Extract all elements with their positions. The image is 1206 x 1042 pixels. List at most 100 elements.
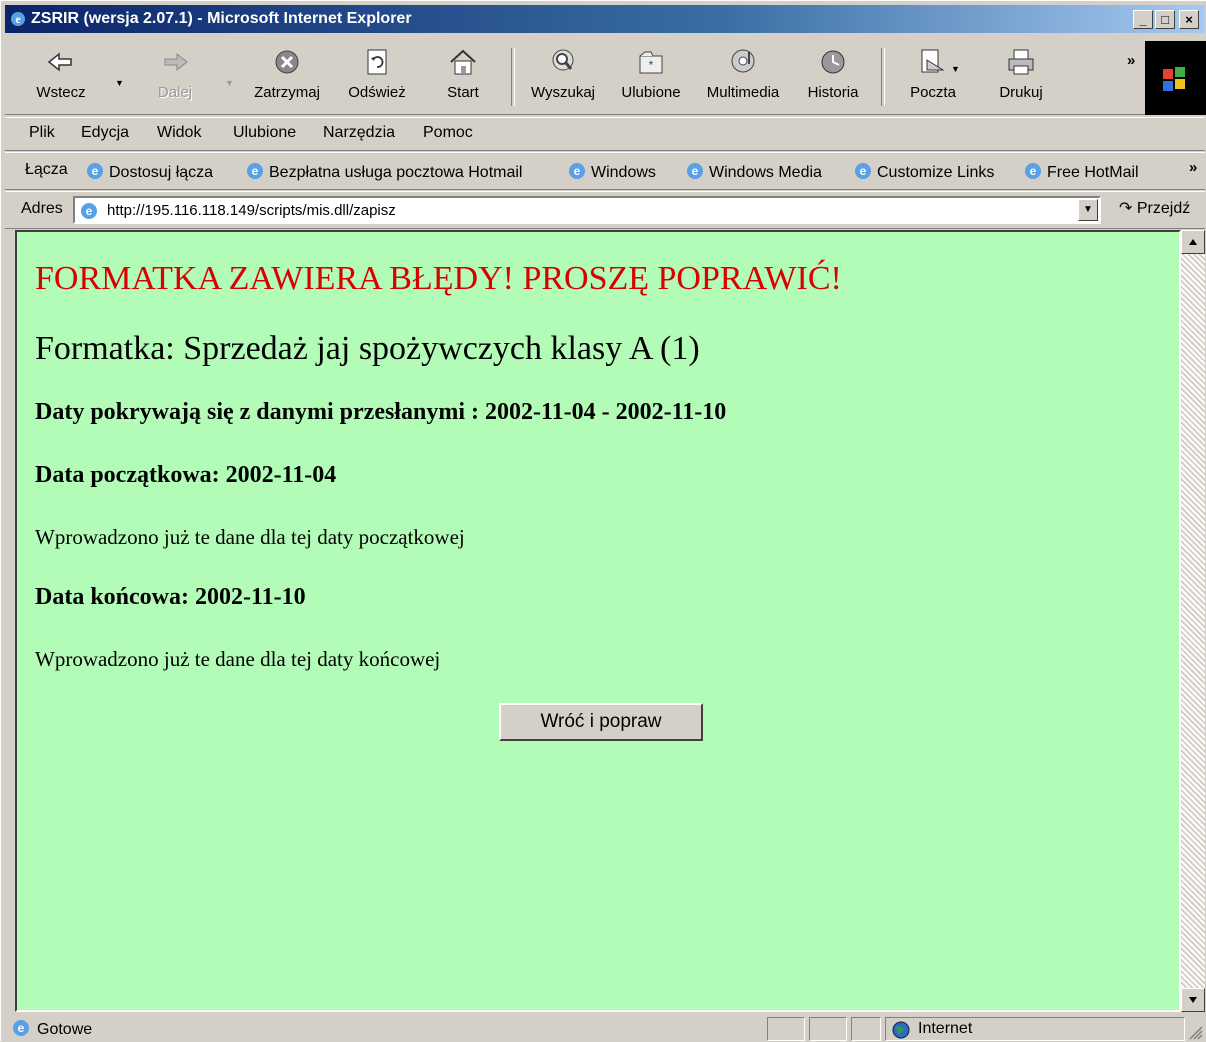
back-label: Wstecz: [36, 84, 86, 101]
svg-text:*: *: [649, 58, 654, 72]
status-text-area: e Gotowe: [11, 1018, 92, 1039]
link-label: Customize Links: [877, 164, 995, 181]
title-bar[interactable]: e ZSRIR (wersja 2.07.1) - Microsoft Inte…: [5, 5, 1205, 33]
zone-label: Internet: [918, 1020, 973, 1037]
mail-dropdown-icon[interactable]: ▼: [951, 64, 960, 74]
favorites-label: Ulubione: [621, 84, 681, 101]
favorites-icon: *: [639, 51, 663, 74]
windows-flag-icon: [1163, 67, 1185, 91]
links-more-icon[interactable]: »: [1189, 159, 1197, 176]
address-bar: Adres e ▼ ↷ Przejdź: [5, 191, 1205, 229]
menu-file[interactable]: Plik: [29, 124, 55, 142]
vertical-scrollbar[interactable]: [1181, 230, 1205, 1012]
print-button[interactable]: Drukuj: [981, 46, 1061, 112]
menu-edit[interactable]: Edycja: [81, 124, 129, 142]
go-button[interactable]: ↷ Przejdź: [1119, 198, 1190, 218]
media-icon: [731, 49, 755, 73]
scroll-up-button[interactable]: [1181, 230, 1205, 254]
history-icon: [821, 50, 845, 74]
ie-page-icon: e: [247, 163, 263, 179]
scroll-down-button[interactable]: [1181, 988, 1205, 1012]
link-hotmail-pl[interactable]: e Bezpłatna usługa pocztowa Hotmail: [245, 161, 522, 182]
form-title: Formatka: Sprzedaż jaj spożywczych klasy…: [35, 330, 700, 367]
forward-dropdown-icon[interactable]: ▼: [225, 78, 234, 88]
svg-text:e: e: [86, 204, 93, 218]
svg-text:e: e: [1030, 164, 1037, 178]
status-text: Gotowe: [37, 1021, 93, 1038]
forward-button[interactable]: Dalej: [135, 46, 215, 112]
ie-page-icon: e: [687, 163, 703, 179]
menu-tools[interactable]: Narzędzia: [323, 124, 395, 142]
back-dropdown-icon[interactable]: ▼: [115, 78, 124, 88]
ie-page-icon: e: [13, 1020, 29, 1036]
print-label: Drukuj: [999, 84, 1043, 101]
svg-text:e: e: [18, 1021, 25, 1035]
home-icon: [450, 49, 476, 75]
overlap-heading: Daty pokrywają się z danymi przesłanymi …: [35, 399, 727, 425]
end-date-heading: Data końcowa: 2002-11-10: [35, 584, 306, 610]
stop-icon: [275, 50, 299, 74]
link-windows[interactable]: e Windows: [567, 161, 656, 182]
search-button[interactable]: Wyszukaj: [523, 46, 603, 112]
history-button[interactable]: Historia: [793, 46, 873, 112]
media-label: Multimedia: [706, 84, 780, 101]
forward-label: Dalej: [157, 84, 193, 101]
ie-page-icon: e: [81, 203, 97, 219]
status-pane: [851, 1017, 881, 1041]
link-windows-media[interactable]: e Windows Media: [685, 161, 822, 182]
stop-button[interactable]: Zatrzymaj: [247, 46, 327, 112]
error-title: FORMATKA ZAWIERA BŁĘDY! PROSZĘ POPRAWIĆ!: [35, 260, 842, 297]
link-label: Free HotMail: [1047, 164, 1139, 181]
start-date-message: Wprowadzono już te dane dla tej daty poc…: [35, 525, 465, 549]
ie-page-icon: e: [1025, 163, 1041, 179]
menu-view[interactable]: Widok: [157, 124, 201, 142]
refresh-icon: [367, 49, 387, 75]
link-free-hotmail[interactable]: e Free HotMail: [1023, 161, 1139, 182]
links-bar: Łącza e Dostosuj łącza e Bezpłatna usługa …: [5, 152, 1205, 190]
link-customize-links[interactable]: e Customize Links: [853, 161, 994, 182]
status-pane: [809, 1017, 847, 1041]
svg-text:e: e: [574, 164, 581, 178]
address-dropdown-icon[interactable]: ▼: [1078, 199, 1098, 221]
scroll-down-arrow-icon: [1189, 997, 1197, 1003]
link-label: Windows: [591, 164, 656, 181]
menu-help[interactable]: Pomoc: [423, 124, 473, 142]
menu-favorites[interactable]: Ulubione: [233, 124, 296, 142]
resize-grip-icon[interactable]: [1187, 1024, 1203, 1040]
menu-bar: Plik Edycja Widok Ulubione Narzędzia Pom…: [5, 117, 1205, 151]
ie-page-icon: e: [87, 163, 103, 179]
link-label: Dostosuj łącza: [109, 164, 214, 181]
mail-label: Poczta: [910, 84, 956, 101]
refresh-label: Odśwież: [348, 84, 406, 101]
refresh-button[interactable]: Odśwież: [337, 46, 417, 112]
browser-window: e ZSRIR (wersja 2.07.1) - Microsoft Inte…: [0, 0, 1206, 1041]
close-button[interactable]: ×: [1179, 10, 1199, 29]
media-button[interactable]: Multimedia: [703, 46, 783, 112]
home-button[interactable]: Start: [423, 46, 503, 112]
ie-page-icon: e: [569, 163, 585, 179]
link-label: Bezpłatna usługa pocztowa Hotmail: [269, 164, 523, 181]
favorites-button[interactable]: * Ulubione: [611, 46, 691, 112]
address-input[interactable]: [107, 202, 1067, 219]
home-label: Start: [447, 84, 479, 101]
window-title: ZSRIR (wersja 2.07.1) - Microsoft Intern…: [31, 10, 412, 27]
back-and-fix-button[interactable]: Wróć i popraw: [499, 703, 703, 741]
standard-toolbar: Wstecz ▼ Dalej ▼ Zatrzymaj Odśwież Start…: [5, 36, 1205, 115]
go-arrow-icon: ↷: [1119, 200, 1133, 217]
toolbar-separator: [511, 48, 515, 106]
mail-button[interactable]: Poczta: [893, 46, 973, 112]
svg-text:e: e: [15, 12, 21, 26]
minimize-button[interactable]: _: [1133, 10, 1153, 29]
print-icon: [1008, 49, 1034, 75]
address-field[interactable]: e ▼: [73, 196, 1101, 224]
windows-logo: [1145, 41, 1206, 115]
page-content: FORMATKA ZAWIERA BŁĘDY! PROSZĘ POPRAWIĆ!…: [15, 230, 1181, 1012]
toolbar-more-icon[interactable]: »: [1127, 52, 1135, 69]
svg-text:e: e: [860, 164, 867, 178]
search-label: Wyszukaj: [530, 84, 596, 101]
back-button[interactable]: Wstecz: [21, 46, 101, 112]
status-bar: e Gotowe Internet: [5, 1014, 1205, 1042]
link-customize-pl[interactable]: e Dostosuj łącza: [85, 161, 213, 182]
search-icon: [552, 49, 574, 71]
maximize-button[interactable]: □: [1155, 10, 1175, 29]
